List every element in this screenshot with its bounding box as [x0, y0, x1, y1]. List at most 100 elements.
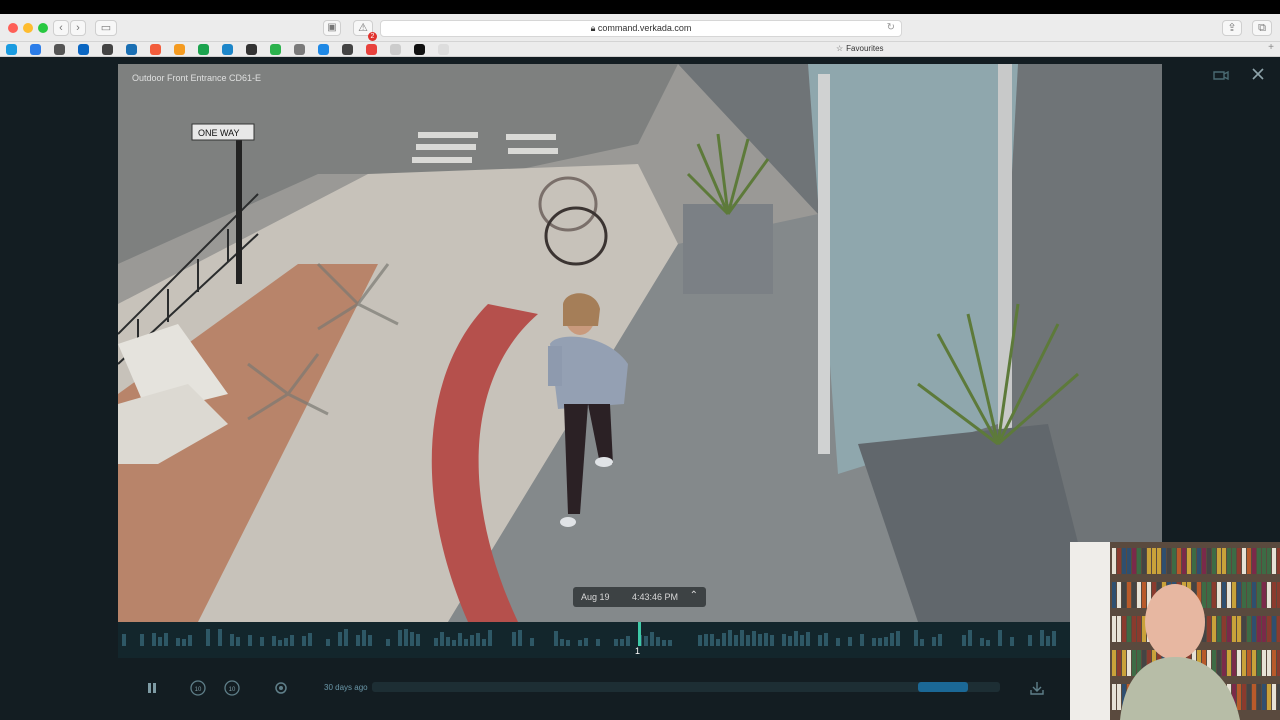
bookmark-icon[interactable]: [270, 44, 281, 55]
timeline-activity-bar: [872, 638, 876, 646]
close-window-button[interactable]: [8, 23, 18, 33]
bookmark-icon[interactable]: [198, 44, 209, 55]
bookmark-icon[interactable]: [366, 44, 377, 55]
book-spine: [1252, 548, 1256, 574]
camera-settings-icon[interactable]: [1212, 68, 1230, 82]
sidebar-toggle-button[interactable]: ▭: [95, 20, 117, 36]
timestamp-display[interactable]: Aug 19 4:43:46 PM ⌃: [573, 587, 706, 607]
bookmark-icon[interactable]: [390, 44, 401, 55]
bookmark-icon[interactable]: [414, 44, 425, 55]
book-spine: [1202, 582, 1206, 608]
extension-button[interactable]: ▣: [323, 20, 341, 36]
bookmark-icon[interactable]: [102, 44, 113, 55]
close-icon[interactable]: [1250, 66, 1266, 82]
browser-toolbar: ‹ › ▭ ▣ ⚠ 2 🔒︎ command.verkada.com ↻ ⇪ ⧉: [0, 14, 1280, 42]
bookmark-icon[interactable]: [222, 44, 233, 55]
book-spine: [1252, 616, 1256, 642]
book-spine: [1187, 548, 1191, 574]
book-spine: [1112, 616, 1116, 642]
timeline-activity-bar: [260, 637, 264, 646]
gear-icon[interactable]: [271, 678, 291, 698]
bookmark-icon[interactable]: [318, 44, 329, 55]
favourites-link[interactable]: ☆ Favourites: [836, 44, 884, 53]
chevron-right-icon: ›: [76, 22, 80, 34]
back-button[interactable]: ‹: [53, 20, 69, 36]
activity-timeline[interactable]: 1: [118, 622, 1070, 658]
date-range-slider[interactable]: [372, 682, 1000, 692]
timeline-activity-bar: [416, 634, 420, 646]
bookmark-icon[interactable]: [126, 44, 137, 55]
bookmark-icon[interactable]: [294, 44, 305, 55]
book-spine: [1262, 548, 1266, 574]
timestamp-time: 4:43:46 PM: [632, 592, 679, 602]
timeline-activity-bar: [758, 634, 762, 646]
forward-10-button[interactable]: 10: [222, 678, 242, 698]
timeline-activity-bar: [770, 635, 774, 646]
linkedin-icon[interactable]: [78, 44, 89, 55]
timeline-activity-bar: [836, 638, 840, 646]
chevron-up-icon: ⌃: [689, 590, 698, 601]
book-spine: [1202, 548, 1206, 574]
bookmark-icon[interactable]: [30, 44, 41, 55]
bookmark-icon[interactable]: [342, 44, 353, 55]
timeline-activity-bar: [362, 630, 366, 646]
bookmark-icon[interactable]: [246, 44, 257, 55]
timeline-activity-bar: [806, 632, 810, 646]
zoom-window-button[interactable]: [38, 23, 48, 33]
bookmark-icon[interactable]: [150, 44, 161, 55]
address-bar[interactable]: 🔒︎ command.verkada.com ↻: [380, 20, 902, 37]
book-spine: [1242, 548, 1246, 574]
book-spine: [1207, 582, 1211, 608]
timeline-activity-bar: [308, 633, 312, 646]
book-spine: [1212, 616, 1216, 642]
timeline-activity-bar: [476, 633, 480, 646]
bookmark-icon[interactable]: [54, 44, 65, 55]
timeline-activity-bar: [848, 637, 852, 646]
minimize-window-button[interactable]: [23, 23, 33, 33]
book-spine: [1257, 548, 1261, 574]
book-spine: [1122, 650, 1126, 676]
timeline-activity-bar: [656, 637, 660, 646]
book-spine: [1167, 548, 1171, 574]
book-spine: [1117, 650, 1121, 676]
book-spine: [1267, 548, 1271, 574]
bookmark-icon[interactable]: [174, 44, 185, 55]
book-spine: [1232, 582, 1236, 608]
bookmark-icon[interactable]: [6, 44, 17, 55]
timeline-activity-bar: [164, 633, 168, 646]
timeline-activity-bar: [644, 636, 648, 646]
timeline-activity-bar: [938, 634, 942, 646]
timeline-activity-bar: [140, 634, 144, 646]
tab-overview-button[interactable]: ⧉: [1252, 20, 1272, 36]
timeline-activity-bar: [596, 639, 600, 646]
book-spine: [1172, 548, 1176, 574]
rewind-10-button[interactable]: 10: [188, 678, 208, 698]
pause-button[interactable]: [142, 678, 162, 698]
playhead-marker[interactable]: [638, 622, 641, 646]
reload-icon[interactable]: ↻: [887, 22, 895, 33]
timeline-activity-bar: [884, 637, 888, 646]
timeline-activity-bar: [386, 639, 390, 646]
share-button[interactable]: ⇪: [1222, 20, 1242, 36]
timeline-activity-bar: [278, 640, 282, 646]
book-spine: [1262, 582, 1266, 608]
book-spine: [1272, 616, 1276, 642]
bookmarks-bar: ☆ Favourites +: [0, 42, 1280, 57]
book-spine: [1117, 582, 1121, 608]
book-spine: [1177, 548, 1181, 574]
timeline-activity-bar: [206, 629, 210, 646]
new-tab-icon[interactable]: +: [1268, 42, 1274, 53]
book-spine: [1242, 582, 1246, 608]
book-spine: [1207, 548, 1211, 574]
download-icon[interactable]: [1027, 678, 1047, 698]
range-slider-thumb[interactable]: [918, 682, 968, 692]
forward-button[interactable]: ›: [70, 20, 86, 36]
book-spine: [1212, 548, 1216, 574]
timeline-activity-bar: [752, 631, 756, 646]
book-spine: [1267, 650, 1271, 676]
camera-video-frame[interactable]: ONE WAY Outdoor Front Entrance CD61-E: [118, 64, 1162, 622]
google-icon[interactable]: [438, 44, 449, 55]
timeline-activity-bar: [518, 630, 522, 646]
book-spine: [1132, 582, 1136, 608]
book-spine: [1122, 548, 1126, 574]
